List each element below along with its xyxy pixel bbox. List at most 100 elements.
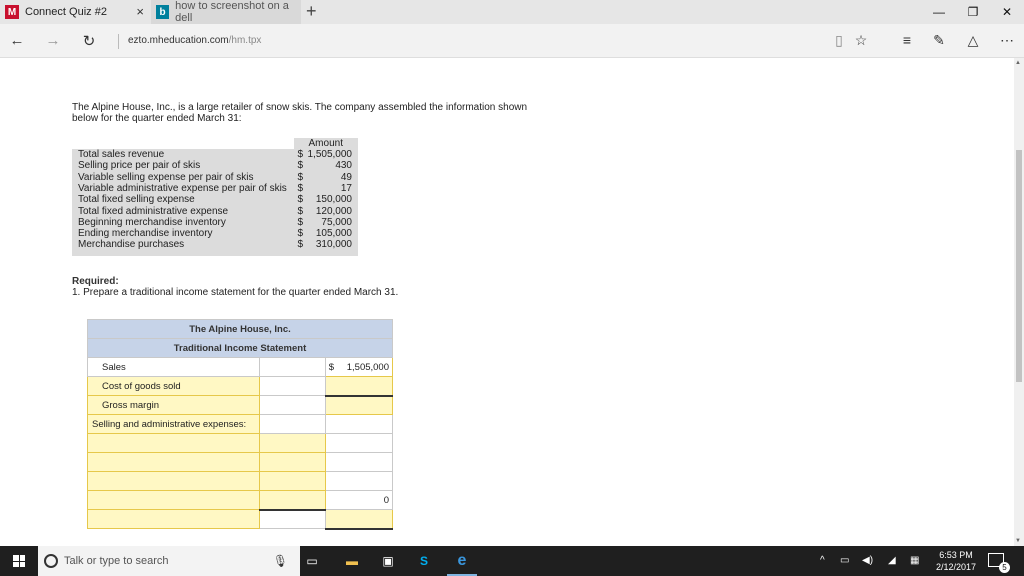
start-button[interactable]	[0, 546, 38, 576]
battery-icon[interactable]: ▭	[840, 555, 849, 566]
cogs-amount-input[interactable]	[324, 376, 394, 397]
table-row: Variable administrative expense per pair…	[72, 182, 358, 195]
expense-amount-input[interactable]	[258, 433, 326, 453]
system-clock[interactable]: 6:53 PM 2/12/2017	[930, 549, 982, 573]
close-tab-icon[interactable]: ×	[136, 4, 144, 19]
bing-favicon-icon: b	[156, 5, 170, 19]
back-arrow-icon[interactable]: ←	[8, 32, 26, 49]
net-amount-input[interactable]	[324, 509, 394, 530]
item-value: 17	[307, 182, 358, 195]
tab-title: Connect Quiz #2	[25, 6, 107, 18]
skype-icon[interactable]: S	[414, 551, 434, 571]
net-row	[87, 509, 394, 530]
item-label: Total fixed administrative expense	[72, 205, 294, 217]
store-icon[interactable]: ▣	[378, 551, 398, 571]
microphone-icon[interactable]: 🎙	[273, 554, 288, 568]
cogs-row: Cost of goods sold	[87, 376, 394, 397]
windows-taskbar: Talk or type to search 🎙 ▭ ▬ ▣ S e ^ ▭ ◀…	[0, 546, 1024, 576]
item-currency: $	[293, 216, 308, 229]
web-note-icon[interactable]: ✎	[930, 32, 948, 49]
vertical-scrollbar[interactable]: ▲ ▼	[1014, 58, 1024, 546]
table-row: Total fixed selling expense $ 150,000	[72, 194, 358, 206]
gross-margin-amount-input[interactable]	[324, 395, 394, 415]
item-value: 430	[307, 160, 358, 172]
tab-bing-search[interactable]: b how to screenshot on a dell	[151, 0, 301, 24]
expense-label-input[interactable]	[87, 490, 260, 510]
keyboard-icon[interactable]: ▦	[910, 555, 919, 566]
item-value: 120,000	[307, 205, 358, 217]
cogs-label-input[interactable]: Cost of goods sold	[87, 376, 260, 396]
table-row: Ending merchandise inventory $ 105,000	[72, 228, 358, 240]
item-currency: $	[293, 239, 308, 257]
hub-icon[interactable]: ≡	[898, 32, 916, 48]
cortana-search-box[interactable]: Talk or type to search 🎙	[38, 546, 300, 576]
item-label: Variable administrative expense per pair…	[72, 182, 294, 195]
item-currency: $	[293, 160, 308, 172]
table-row: Beginning merchandise inventory $ 75,000	[72, 216, 358, 229]
table-row: Merchandise purchases $ 310,000	[72, 239, 358, 257]
item-currency: $	[293, 205, 308, 217]
minimize-button[interactable]: —	[922, 0, 956, 24]
expense-row: 0	[87, 490, 394, 511]
file-explorer-icon[interactable]: ▬	[342, 551, 362, 571]
expense-total-cell	[324, 452, 394, 472]
expense-amount-input[interactable]	[258, 452, 326, 472]
tab-connect-quiz[interactable]: M Connect Quiz #2 ×	[0, 0, 150, 24]
tab-title: how to screenshot on a dell	[175, 0, 289, 24]
share-icon[interactable]: △	[964, 32, 982, 49]
table-header-blank	[72, 138, 294, 149]
gross-margin-label-input[interactable]: Gross margin	[87, 395, 260, 415]
expense-total-cell	[324, 471, 394, 491]
item-label: Total fixed selling expense	[72, 194, 294, 206]
expense-amount-input[interactable]	[258, 471, 326, 491]
item-value: 75,000	[307, 216, 358, 229]
amount-header: Amount	[293, 138, 358, 149]
item-value: 150,000	[307, 194, 358, 206]
statement-title: Traditional Income Statement	[87, 338, 393, 358]
sga-middle-cell	[258, 414, 326, 434]
favorite-star-icon[interactable]: ☆	[852, 32, 870, 49]
expense-label-input[interactable]	[87, 433, 260, 453]
item-label: Merchandise purchases	[72, 239, 294, 257]
task-view-icon[interactable]: ▭	[302, 551, 322, 571]
notification-badge: 5	[999, 562, 1010, 573]
item-label: Ending merchandise inventory	[72, 228, 294, 240]
wifi-icon[interactable]: ◢	[888, 555, 896, 566]
address-separator	[118, 34, 119, 49]
search-placeholder: Talk or type to search	[64, 555, 169, 567]
scroll-up-icon[interactable]: ▲	[1015, 60, 1021, 66]
item-currency: $	[293, 194, 308, 206]
address-bar[interactable]: ezto.mheducation.com/hm.tpx	[128, 35, 261, 46]
item-label: Selling price per pair of skis	[72, 160, 294, 172]
item-currency: $	[293, 228, 308, 240]
url-domain: ezto.mheducation.com	[128, 35, 229, 46]
sga-label-input[interactable]: Selling and administrative expenses:	[87, 414, 260, 434]
sales-currency: $	[328, 361, 335, 373]
refresh-icon[interactable]: ↻	[80, 32, 98, 50]
expense-row	[87, 433, 394, 453]
close-window-button[interactable]: ✕	[990, 0, 1024, 24]
scroll-thumb[interactable]	[1016, 150, 1022, 382]
reading-view-icon[interactable]: ▯	[830, 32, 848, 49]
edge-browser-icon[interactable]: e	[452, 551, 472, 571]
expense-amount-input[interactable]	[258, 490, 326, 511]
statement-company: The Alpine House, Inc.	[87, 319, 393, 339]
forward-arrow-icon[interactable]: →	[44, 32, 62, 49]
item-label: Beginning merchandise inventory	[72, 216, 294, 229]
required-text: 1. Prepare a traditional income statemen…	[72, 287, 399, 298]
more-menu-icon[interactable]: ⋯	[998, 32, 1016, 49]
cogs-middle-cell	[258, 376, 326, 396]
scroll-down-icon[interactable]: ▼	[1015, 538, 1021, 544]
expense-total-cell	[324, 433, 394, 453]
sales-row: Sales $ 1,505,000	[87, 357, 394, 377]
expense-label-input[interactable]	[87, 471, 260, 491]
sales-amount-cell: $ 1,505,000	[324, 357, 394, 377]
new-tab-button[interactable]: +	[306, 1, 322, 22]
show-hidden-icons-icon[interactable]: ^	[820, 555, 825, 566]
restore-button[interactable]: ❐	[956, 0, 990, 24]
volume-icon[interactable]: ◀)	[862, 555, 873, 566]
expense-label-input[interactable]	[87, 452, 260, 472]
sga-amount-cell	[324, 414, 394, 434]
net-label-input[interactable]	[87, 509, 260, 529]
income-statement-table: The Alpine House, Inc. Traditional Incom…	[87, 319, 394, 530]
